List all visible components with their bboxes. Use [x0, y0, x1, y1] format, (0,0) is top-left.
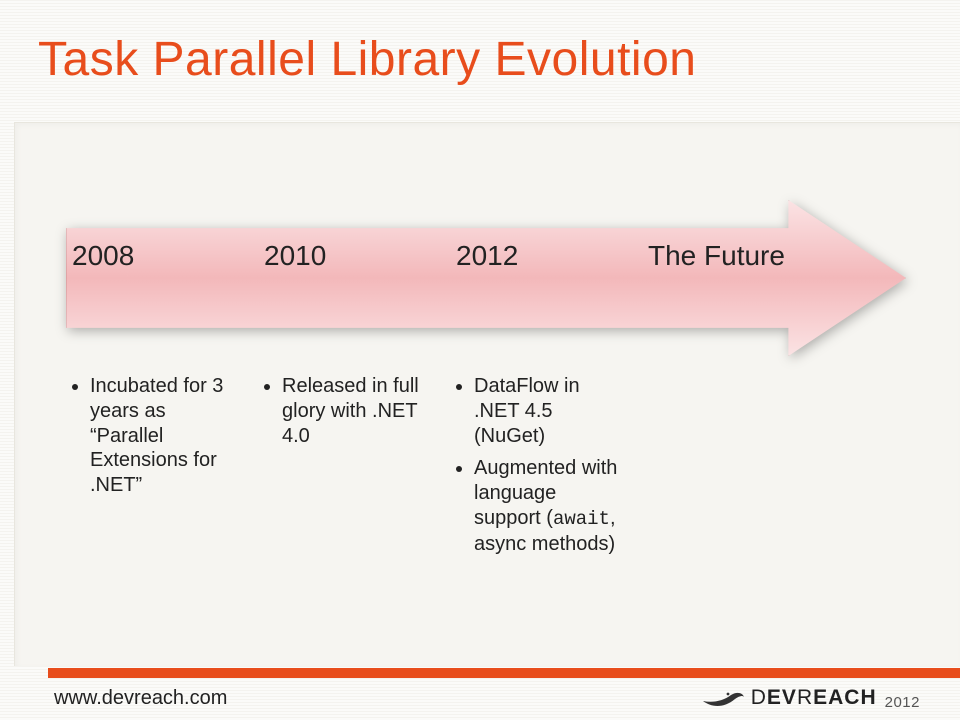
- list-item: Incubated for 3 years as “Parallel Exten…: [90, 374, 244, 498]
- code-token: await: [553, 508, 610, 530]
- footer-logo: DEVREACH 2012: [701, 682, 920, 714]
- timeline-columns: 2008 Incubated for 3 years as “Parallel …: [72, 238, 852, 564]
- list-item: DataFlow in .NET 4.5 (NuGet): [474, 374, 628, 448]
- col-body: Incubated for 3 years as “Parallel Exten…: [72, 374, 244, 498]
- brand-year: 2012: [885, 694, 920, 711]
- col-head: The Future: [648, 238, 820, 312]
- brand-text: DEVREACH: [751, 686, 877, 710]
- timeline-col-2008: 2008 Incubated for 3 years as “Parallel …: [72, 238, 244, 564]
- col-head: 2008: [72, 238, 244, 312]
- timeline-col-future: The Future: [648, 238, 820, 564]
- slide-title: Task Parallel Library Evolution: [38, 32, 696, 87]
- footer-accent-bar: [48, 668, 960, 678]
- timeline-col-2012: 2012 DataFlow in .NET 4.5 (NuGet) Augmen…: [456, 238, 628, 564]
- col-body: DataFlow in .NET 4.5 (NuGet) Augmented w…: [456, 374, 628, 556]
- col-head: 2010: [264, 238, 436, 312]
- list-item: Augmented with language support (await, …: [474, 456, 628, 556]
- col-head: 2012: [456, 238, 628, 312]
- list-item: Released in full glory with .NET 4.0: [282, 374, 436, 448]
- col-body: Released in full glory with .NET 4.0: [264, 374, 436, 448]
- timeline-col-2010: 2010 Released in full glory with .NET 4.…: [264, 238, 436, 564]
- footer-url: www.devreach.com: [54, 687, 227, 710]
- slide: Task Parallel Library Evolution 2008 Inc…: [0, 0, 960, 720]
- devreach-logo-icon: [701, 687, 745, 709]
